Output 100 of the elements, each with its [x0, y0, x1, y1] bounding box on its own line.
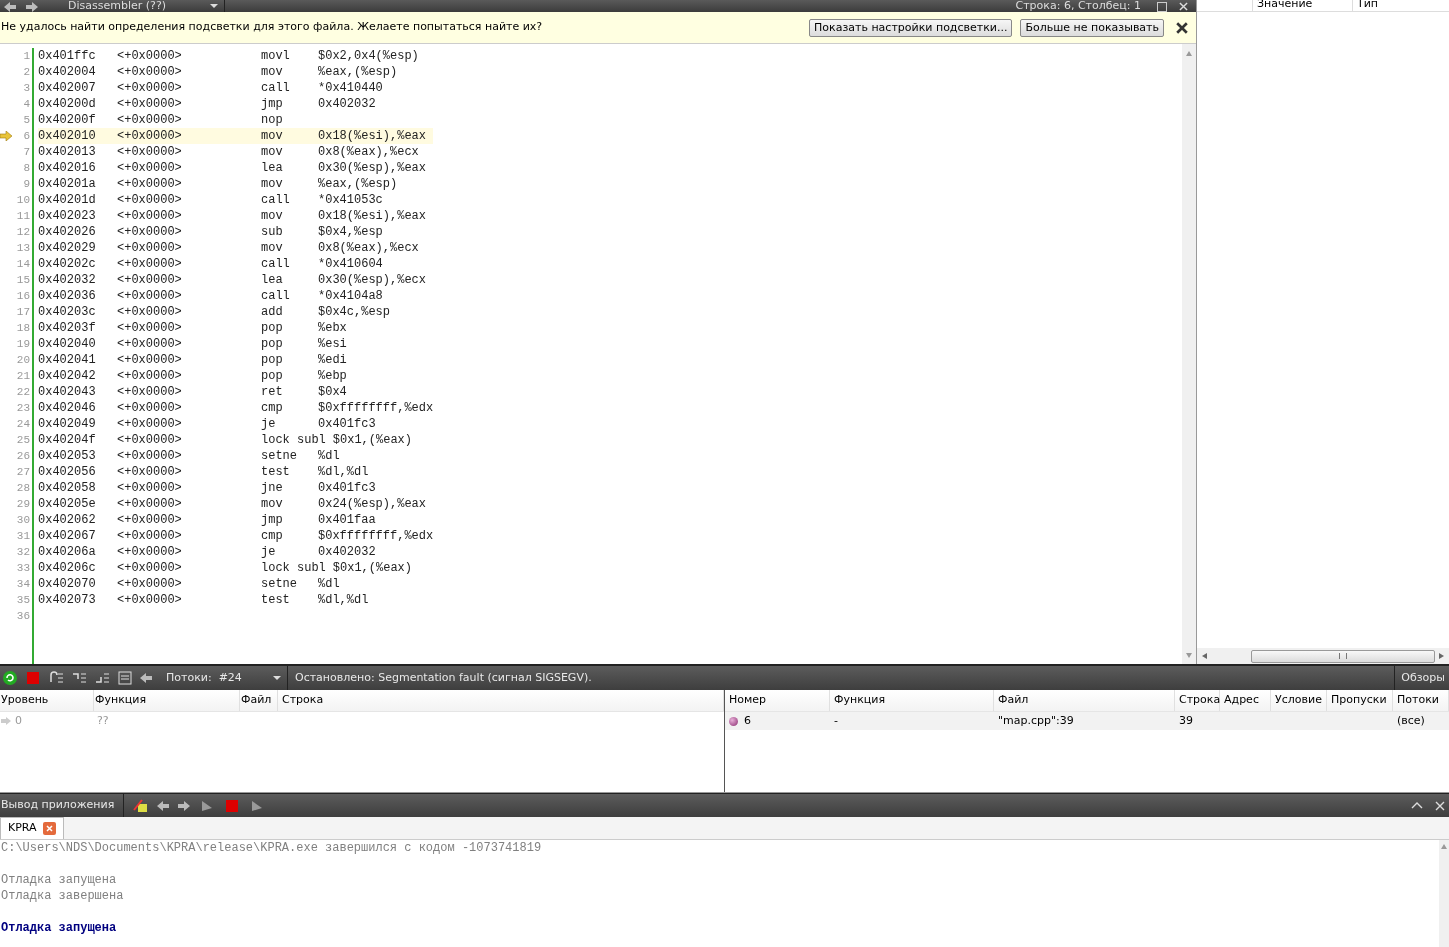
collapse-icon[interactable]: [1411, 802, 1423, 809]
code-operands: $0xffffffff,%edx: [318, 528, 434, 545]
line-number: 36: [16, 608, 30, 624]
code-offset: <+0x0000>: [117, 48, 183, 65]
code-mnemonic: je: [261, 416, 277, 433]
code-offset: <+0x0000>: [117, 384, 183, 401]
code-mnemonic: lock subl: [261, 432, 326, 449]
code-operands: %dl: [318, 448, 340, 465]
code-operands: %esi: [318, 336, 347, 353]
dropdown-caret-icon: [273, 676, 281, 680]
forward-arrow-icon[interactable]: [178, 800, 190, 811]
column-header[interactable]: Пропуски: [1327, 690, 1393, 711]
table-cell-text: 6: [744, 712, 751, 729]
column-header[interactable]: Файл: [994, 690, 1175, 711]
clear-icon[interactable]: [132, 797, 148, 814]
code-mnemonic: lea: [261, 160, 284, 177]
horizontal-scrollbar[interactable]: [1197, 648, 1449, 664]
cursor-position: Строка: 6, Столбец: 1: [1015, 0, 1141, 12]
column-header[interactable]: Адрес: [1220, 690, 1271, 711]
code-address: 0x40206c: [38, 560, 97, 577]
code-offset: <+0x0000>: [117, 368, 183, 385]
line-number: 15: [16, 272, 30, 288]
line-number: 24: [16, 416, 30, 432]
code-offset: <+0x0000>: [117, 240, 183, 257]
code-mnemonic: setne: [261, 576, 298, 593]
close-icon[interactable]: [1176, 21, 1188, 34]
line-number: 33: [16, 560, 30, 576]
close-tab-icon[interactable]: [42, 822, 56, 835]
forward-arrow-icon[interactable]: [26, 2, 38, 12]
code-offset: <+0x0000>: [117, 192, 183, 209]
code-mnemonic: call: [261, 288, 291, 305]
continue-icon[interactable]: [2, 670, 18, 686]
code-offset: <+0x0000>: [117, 176, 183, 193]
table-cell-text: 0: [15, 712, 22, 729]
code-operands: %ebp: [318, 368, 347, 385]
scroll-thumb-grip-icon: [1339, 653, 1347, 659]
code-offset: <+0x0000>: [117, 224, 183, 241]
code-operands: 0x30(%esp),%eax: [318, 160, 427, 177]
code-mnemonic: jmp: [261, 512, 284, 529]
code-address: 0x402043: [38, 384, 97, 401]
step-out-icon[interactable]: [94, 670, 110, 686]
document-icon[interactable]: [117, 670, 133, 686]
column-header[interactable]: Файл: [240, 690, 278, 711]
code-address: 0x402073: [38, 592, 97, 609]
code-mnemonic: nop: [261, 112, 284, 129]
code-address: 0x402067: [38, 528, 97, 545]
code-offset: <+0x0000>: [117, 528, 183, 545]
column-header[interactable]: Номер: [725, 690, 830, 711]
code-mnemonic: lock subl: [261, 560, 326, 577]
line-number: 1: [23, 48, 30, 64]
scroll-left-icon[interactable]: [1201, 653, 1207, 659]
info-message: Не удалось найти определения подсветки для этого файла. Желаете попытаться найте их?: [1, 19, 544, 36]
code-address: 0x402013: [38, 144, 97, 161]
code-operands: *0x410440: [318, 80, 383, 97]
column-header[interactable]: Уровень: [0, 690, 94, 711]
code-address: 0x40204f: [38, 432, 97, 449]
code-mnemonic: mov: [261, 240, 284, 257]
code-offset: <+0x0000>: [117, 160, 183, 177]
code-address: 0x402042: [38, 368, 97, 385]
column-header[interactable]: Строка: [1175, 690, 1220, 711]
step-over-icon[interactable]: [48, 670, 64, 686]
code-operands: %dl,%dl: [318, 464, 369, 481]
column-header[interactable]: Строка: [278, 690, 724, 711]
table-cell-text: ??: [96, 712, 109, 729]
code-operands: *0x410604: [318, 256, 383, 273]
column-header[interactable]: Условие: [1271, 690, 1327, 711]
code-operands: 0x18(%esi),%eax: [318, 128, 427, 145]
code-offset: <+0x0000>: [117, 336, 183, 353]
code-mnemonic: jmp: [261, 96, 284, 113]
code-mnemonic: jne: [261, 480, 284, 497]
table-cell-text: 39: [1178, 712, 1194, 729]
vertical-scrollbar[interactable]: [1439, 840, 1449, 947]
code-address: 0x40203c: [38, 304, 97, 321]
line-number: 13: [16, 240, 30, 256]
code-operands: 0x401fc3: [318, 480, 376, 497]
line-number: 12: [16, 224, 30, 240]
code-operands: $0x1,(%eax): [331, 560, 413, 577]
output-tab[interactable]: KPRA: [0, 817, 64, 839]
code-mnemonic: setne: [261, 448, 298, 465]
info-bar-button[interactable]: Показать настройки подсветки...: [809, 18, 1013, 37]
line-number: 19: [16, 336, 30, 352]
code-offset: <+0x0000>: [117, 576, 183, 593]
line-number: 25: [16, 432, 30, 448]
step-into-icon[interactable]: [71, 670, 87, 686]
code-operands: 0x18(%esi),%eax: [318, 208, 427, 225]
code-address: 0x40201a: [38, 176, 97, 193]
back-arrow-icon[interactable]: [157, 800, 169, 811]
back-arrow-icon[interactable]: [4, 2, 16, 12]
code-operands: 0x401faa: [318, 512, 376, 529]
column-header[interactable]: Потоки: [1393, 690, 1449, 711]
column-header[interactable]: Функция: [830, 690, 994, 711]
line-number: 21: [16, 368, 30, 384]
frame-arrow-icon: [1, 717, 11, 725]
table-cell-text: (все): [1396, 712, 1425, 729]
info-bar-button[interactable]: Больше не показывать: [1020, 18, 1164, 37]
back-arrow-icon[interactable]: [140, 673, 152, 683]
code-offset: <+0x0000>: [117, 400, 183, 417]
column-header[interactable]: Функция: [94, 690, 240, 711]
code-address: 0x40202c: [38, 256, 97, 273]
scroll-right-icon[interactable]: [1439, 653, 1445, 659]
